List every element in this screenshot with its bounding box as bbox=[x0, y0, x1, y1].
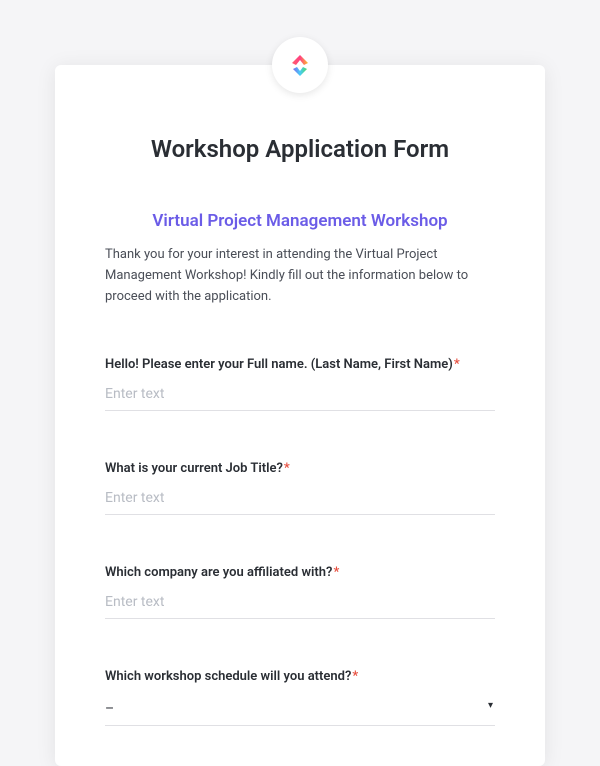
jobtitle-label: What is your current Job Title?* bbox=[105, 461, 495, 476]
field-company: Which company are you affiliated with?* bbox=[105, 565, 495, 619]
field-schedule: Which workshop schedule will you attend?… bbox=[105, 669, 495, 726]
page-title: Workshop Application Form bbox=[105, 135, 495, 163]
field-fullname: Hello! Please enter your Full name. (Las… bbox=[105, 357, 495, 411]
required-mark: * bbox=[333, 565, 339, 580]
jobtitle-input[interactable] bbox=[105, 486, 495, 515]
schedule-label: Which workshop schedule will you attend?… bbox=[105, 669, 495, 684]
intro-text: Thank you for your interest in attending… bbox=[105, 245, 495, 307]
schedule-selected-value: – bbox=[105, 701, 114, 717]
clickup-logo-icon bbox=[286, 51, 314, 79]
form-card: Workshop Application Form Virtual Projec… bbox=[55, 65, 545, 766]
company-label-text: Which company are you affiliated with? bbox=[105, 565, 332, 580]
required-mark: * bbox=[454, 357, 460, 372]
fullname-input[interactable] bbox=[105, 382, 495, 411]
subtitle: Virtual Project Management Workshop bbox=[105, 211, 495, 231]
company-label: Which company are you affiliated with?* bbox=[105, 565, 495, 580]
schedule-label-text: Which workshop schedule will you attend? bbox=[105, 669, 351, 684]
schedule-select[interactable]: – ▾ bbox=[105, 694, 495, 726]
chevron-down-icon: ▾ bbox=[488, 700, 493, 711]
field-jobtitle: What is your current Job Title?* bbox=[105, 461, 495, 515]
required-mark: * bbox=[352, 669, 358, 684]
fullname-label-text: Hello! Please enter your Full name. (Las… bbox=[105, 357, 453, 372]
company-input[interactable] bbox=[105, 590, 495, 619]
logo-badge bbox=[272, 37, 328, 93]
fullname-label: Hello! Please enter your Full name. (Las… bbox=[105, 357, 495, 372]
jobtitle-label-text: What is your current Job Title? bbox=[105, 461, 283, 476]
required-mark: * bbox=[284, 461, 290, 476]
